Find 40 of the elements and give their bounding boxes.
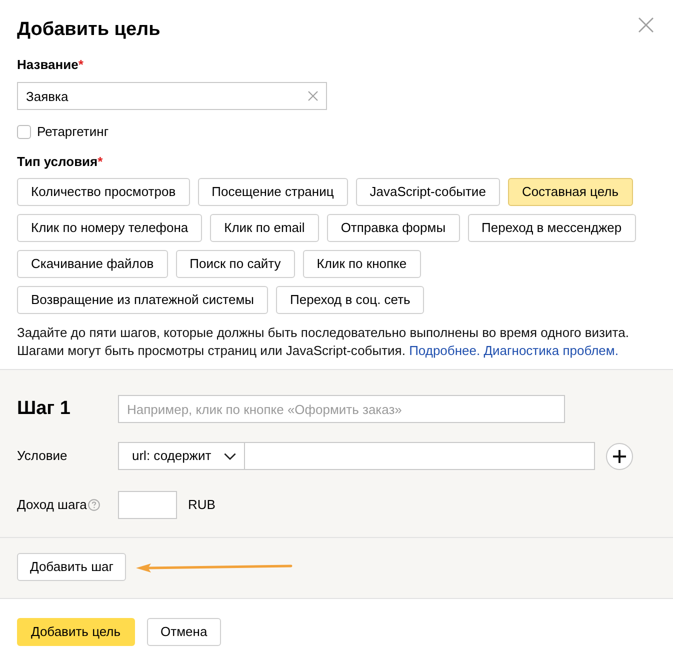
description-text: Задайте до пяти шагов, которые должны быть последовательно выполнены во время одного визита. Шагами могут быть просмотры страниц или JavaScript-события. Подробнее. Диагностика проблем.	[17, 324, 630, 360]
chevron-down-icon	[224, 452, 236, 460]
condition-type-option[interactable]: Поиск по сайту	[176, 250, 295, 278]
dialog-title: Добавить цель	[17, 18, 160, 42]
condition-label: Условие	[17, 447, 68, 466]
condition-type-option[interactable]: Составная цель	[508, 178, 633, 206]
checkbox-label: Ретаргетинг	[37, 124, 109, 140]
revenue-label: Доход шага	[17, 496, 87, 514]
add-goal-button[interactable]: Добавить цель	[17, 618, 135, 646]
currency-label: RUB	[188, 496, 216, 514]
condition-value-field[interactable]	[245, 442, 595, 470]
revenue-field[interactable]	[118, 491, 177, 519]
clear-icon[interactable]	[308, 91, 318, 101]
condition-type-option[interactable]: Возвращение из платежной системы	[17, 286, 268, 314]
operator-select[interactable]: url: содержит	[118, 442, 245, 470]
condition-type-option[interactable]: Клик по кнопке	[302, 250, 421, 278]
step-title: Шаг 1	[17, 397, 70, 421]
step-name-field[interactable]: Например, клик по кнопке «Оформить заказ»	[118, 395, 565, 423]
close-button[interactable]	[636, 15, 656, 35]
details-link[interactable]: Подробнее.	[409, 343, 480, 358]
condition-type-option[interactable]: Скачивание файлов	[17, 250, 168, 278]
condition-type-option[interactable]: Количество просмотров	[17, 178, 190, 206]
close-icon	[638, 17, 654, 33]
field-label: Название*	[17, 57, 84, 73]
checkbox[interactable]	[17, 125, 31, 139]
condition-type-option[interactable]: JavaScript-событие	[356, 178, 500, 206]
field-label: Тип условия*	[17, 154, 103, 170]
cancel-button[interactable]: Отмена	[146, 618, 222, 646]
add-condition-button[interactable]	[606, 442, 633, 470]
troubleshooting-link[interactable]: Диагностика проблем.	[484, 343, 618, 358]
condition-type-option[interactable]: Клик по номеру телефона	[17, 214, 202, 242]
condition-type-option[interactable]: Переход в соц. сеть	[276, 286, 424, 314]
plus-icon	[613, 450, 626, 462]
condition-type-option[interactable]: Посещение страниц	[198, 178, 348, 206]
condition-type-option[interactable]: Переход в мессенджер	[468, 214, 636, 242]
add-step-button[interactable]: Добавить шаг	[17, 553, 126, 581]
condition-type-option[interactable]: Клик по email	[210, 214, 319, 242]
name-field[interactable]: Заявка	[17, 82, 327, 110]
help-icon[interactable]	[88, 499, 100, 511]
condition-type-option[interactable]: Отправка формы	[326, 214, 460, 242]
